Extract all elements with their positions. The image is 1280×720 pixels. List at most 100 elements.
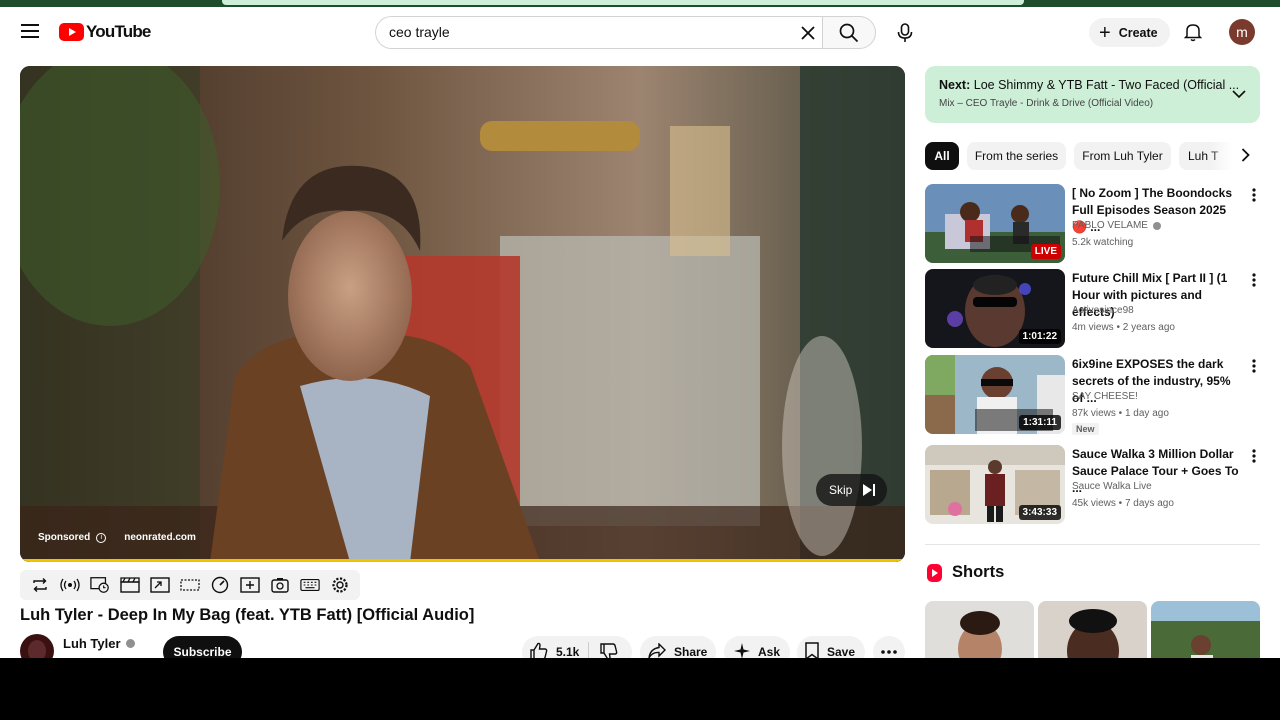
like-dislike-group: 5.1k (522, 636, 632, 658)
chevron-right-icon[interactable] (1241, 148, 1250, 167)
share-icon (648, 641, 666, 659)
recommendation-item[interactable]: 1:31:11 6ix9ine EXPOSES the dark secrets… (925, 355, 1260, 435)
notifications-button[interactable] (1180, 19, 1206, 45)
more-vert-icon[interactable] (1249, 357, 1259, 375)
ask-button[interactable]: Ask (724, 636, 790, 658)
clapper-icon[interactable] (120, 575, 140, 595)
bell-icon (1184, 24, 1202, 42)
filter-chips: All From the series From Luh Tyler Luh T (925, 142, 1260, 170)
chevron-down-icon[interactable] (1232, 86, 1246, 104)
video-thumbnail[interactable]: LIVE (925, 184, 1065, 263)
recommendation-meta: 45k views • 7 days ago (1072, 498, 1174, 509)
voice-search-button[interactable] (888, 16, 922, 50)
menu-icon[interactable] (14, 15, 46, 47)
duration-badge: 1:31:11 (1019, 415, 1061, 430)
browser-top-strip (0, 0, 1280, 7)
keyboard-icon[interactable] (300, 575, 320, 595)
new-badge: New (1072, 423, 1099, 435)
recommendation-meta: 87k views • 1 day ago (1072, 408, 1169, 419)
short-thumbnail[interactable] (1038, 601, 1147, 658)
masthead: YouTube + Create m (0, 7, 1280, 59)
like-count[interactable]: 5.1k (556, 645, 579, 658)
save-label: Save (827, 645, 856, 658)
save-button[interactable]: Save (797, 636, 865, 658)
duration-badge: 3:43:33 (1018, 505, 1061, 520)
recommendation-channel[interactable]: Sauce Walka Live (1072, 481, 1152, 492)
add-to-queue-icon[interactable] (240, 575, 260, 595)
ad-domain-link[interactable]: neonrated.com (124, 532, 196, 543)
more-vert-icon[interactable] (1249, 447, 1259, 465)
speed-icon[interactable] (210, 575, 230, 595)
skip-ad-button[interactable]: Skip (816, 474, 887, 506)
chip-from-luh-tyler[interactable]: From Luh Tyler (1074, 142, 1171, 170)
next-mix-subtitle: Mix – CEO Trayle - Drink & Drive (Offici… (939, 98, 1154, 109)
channel-name-link[interactable]: Luh Tyler (63, 636, 135, 651)
clear-search-icon[interactable] (797, 22, 819, 44)
short-thumbnail[interactable] (925, 601, 1034, 658)
video-thumbnail[interactable]: 1:31:11 (925, 355, 1065, 434)
verified-icon (125, 639, 135, 648)
next-title: Next: Loe Shimmy & YTB Fatt - Two Faced … (939, 78, 1239, 92)
microphone-icon (897, 23, 913, 42)
loop-icon[interactable] (30, 575, 50, 595)
recommendation-meta: 5.2k watching (1072, 237, 1134, 248)
short-thumbnail[interactable] (1151, 601, 1260, 658)
shorts-icon (927, 563, 942, 582)
search-icon (839, 23, 859, 42)
recommendation-channel[interactable]: Activesince98 (1072, 305, 1134, 316)
sparkle-icon (734, 642, 750, 658)
channel-avatar[interactable] (20, 634, 54, 658)
thumbs-up-icon[interactable] (530, 642, 548, 658)
recommendation-channel[interactable]: SAY CHEESE! (1072, 391, 1138, 402)
verified-icon (1152, 221, 1161, 230)
theater-icon[interactable] (180, 575, 200, 595)
recommendation-meta: 4m views • 2 years ago (1072, 322, 1175, 333)
plus-icon: + (1099, 21, 1111, 44)
share-label: Share (674, 645, 708, 658)
video-player[interactable]: Sponsored i neonrated.com Skip (20, 66, 905, 562)
create-button[interactable]: + Create (1089, 18, 1170, 47)
recommendation-item[interactable]: LIVE [ No Zoom ] The Boondocks Full Epis… (925, 184, 1260, 264)
more-vert-icon[interactable] (1249, 186, 1259, 204)
video-frame (20, 66, 905, 562)
create-label: Create (1118, 25, 1158, 40)
duration-badge: 1:01:22 (1018, 329, 1061, 344)
youtube-watch-page: YouTube + Create m (0, 0, 1280, 658)
search-box (375, 16, 823, 49)
shorts-title: Shorts (952, 563, 1005, 581)
bookmark-icon (805, 641, 819, 658)
channel-name: Luh Tyler (63, 636, 121, 651)
recommendation-item[interactable]: 3:43:33 Sauce Walka 3 Million Dollar Sau… (925, 445, 1260, 525)
live-badge: LIVE (1030, 244, 1061, 259)
shorts-header: Shorts (927, 563, 1004, 582)
subscribe-button[interactable]: Subscribe (163, 636, 242, 658)
chip-from-the-series[interactable]: From the series (967, 142, 1066, 170)
screenshot-icon[interactable] (270, 575, 290, 595)
info-icon[interactable]: i (96, 532, 107, 543)
picture-in-picture-icon[interactable] (150, 575, 170, 595)
ad-progress-bar (20, 559, 905, 562)
search-input[interactable] (389, 24, 789, 40)
account-avatar[interactable]: m (1229, 19, 1255, 45)
more-vert-icon[interactable] (1249, 271, 1259, 289)
video-thumbnail[interactable]: 1:01:22 (925, 269, 1065, 348)
settings-icon[interactable] (330, 575, 350, 595)
video-thumbnail[interactable]: 3:43:33 (925, 445, 1065, 524)
player-tools-toolbar (20, 570, 360, 600)
next-video-title: Loe Shimmy & YTB Fatt - Two Faced (Offic… (973, 78, 1240, 92)
recommendation-channel[interactable]: PABLO VELAME (1072, 220, 1161, 231)
chip-all[interactable]: All (925, 142, 959, 170)
next-prefix: Next: (939, 78, 971, 92)
more-actions-icon[interactable] (873, 636, 905, 658)
video-title: Luh Tyler - Deep In My Bag (feat. YTB Fa… (20, 606, 475, 624)
recommendation-item[interactable]: 1:01:22 Future Chill Mix [ Part II ] (1 … (925, 269, 1260, 349)
watch-later-icon[interactable] (90, 575, 110, 595)
broadcast-icon[interactable] (60, 575, 80, 595)
search-button[interactable] (822, 16, 876, 49)
thumbs-down-icon[interactable] (600, 643, 618, 658)
skip-next-icon (862, 483, 876, 497)
share-button[interactable]: Share (640, 636, 716, 658)
up-next-panel[interactable]: Next: Loe Shimmy & YTB Fatt - Two Faced … (925, 66, 1260, 123)
youtube-play-icon (59, 23, 84, 41)
youtube-logo[interactable]: YouTube (59, 22, 151, 42)
